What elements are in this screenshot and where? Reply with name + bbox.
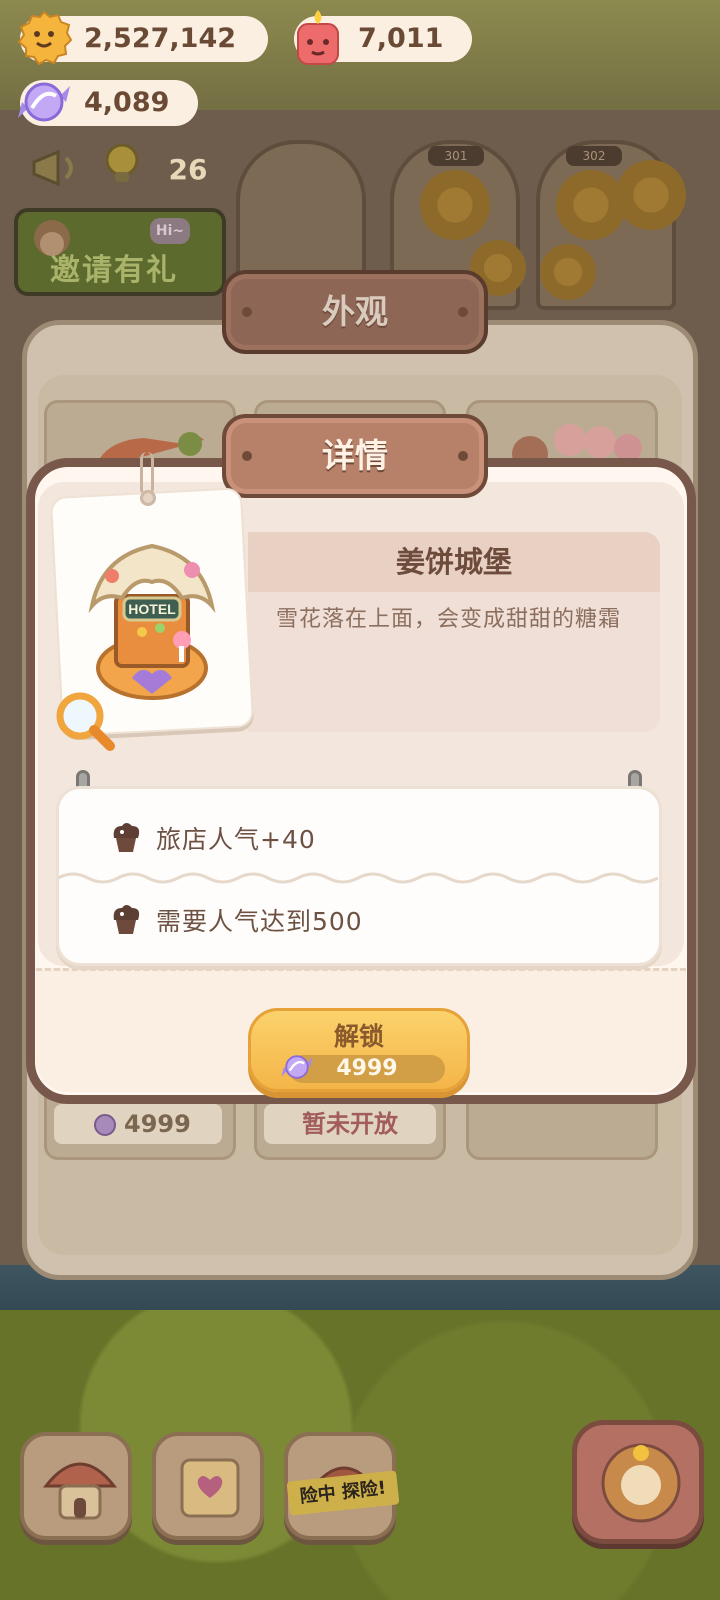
appearance-title-plaque: 外观 [222,270,488,354]
candy-amount: 4,089 [84,87,170,118]
room-tag-301: 301 [428,146,484,166]
wrapped-candy-icon [94,1114,116,1136]
coin-counter[interactable]: 2,527,142 [17,10,268,66]
background-flower [556,170,626,240]
item-description: 雪花落在上面，会变成甜甜的糖霜 [276,607,622,632]
detail-title: 详情 [322,436,388,475]
candle-icon [297,10,339,65]
muffin-icon [113,905,140,934]
megaphone-icon[interactable] [28,146,88,190]
cookie-coin-icon [17,10,73,66]
stat-text: 旅店人气+40 [156,825,316,854]
gingerbread-castle-icon: HOTEL [88,543,216,700]
nav-house-button[interactable] [20,1432,132,1540]
appearance-title: 外观 [322,292,388,331]
muffin-icon [113,823,140,852]
mushroom-house-icon [42,1462,118,1520]
wrapped-candy-icon [281,1055,313,1079]
nav-journal-button[interactable] [152,1432,264,1540]
appearance-item-price-value: 4999 [124,1110,191,1138]
unlock-button-label: 解锁 [333,1022,384,1051]
stat-row-requirement: 需要人气达到500 [108,900,363,940]
stat-row-popularity-bonus: 旅店人气+40 [108,818,316,858]
magnifier-icon[interactable] [50,686,120,756]
candle-amount: 7,011 [358,23,444,54]
appearance-item-locked-label: 暂未开放 [264,1104,436,1144]
journal-icon [180,1458,240,1518]
candle-counter[interactable]: 7,011 [294,10,472,65]
stat-text: 需要人气达到500 [156,907,363,936]
background-flower [540,244,596,300]
circus-tent-icon [601,1443,681,1523]
popularity-counter: 26 [168,153,208,186]
unlock-button[interactable]: 解锁 4999 [248,1008,470,1092]
room-tag-302: 302 [566,146,622,166]
wrapped-candy-icon [18,82,70,122]
item-name: 姜饼城堡 [248,532,660,592]
invite-hi-bubble: Hi~ [150,218,190,244]
lightbulb-icon [105,143,139,182]
background-flower [420,170,490,240]
appearance-item-price: 4999 [54,1104,222,1144]
board-wavy-divider [58,872,658,884]
tag-hole [140,490,156,506]
invite-banner-label: 邀请有礼 [50,253,178,288]
coin-amount: 2,527,142 [84,23,237,54]
background-flower [616,160,686,230]
candy-counter[interactable]: 4,089 [18,80,198,126]
detail-title-plaque: 详情 [222,414,488,498]
hotel-sign-text: HOTEL [128,601,176,617]
nav-adventure-button[interactable] [572,1420,704,1544]
